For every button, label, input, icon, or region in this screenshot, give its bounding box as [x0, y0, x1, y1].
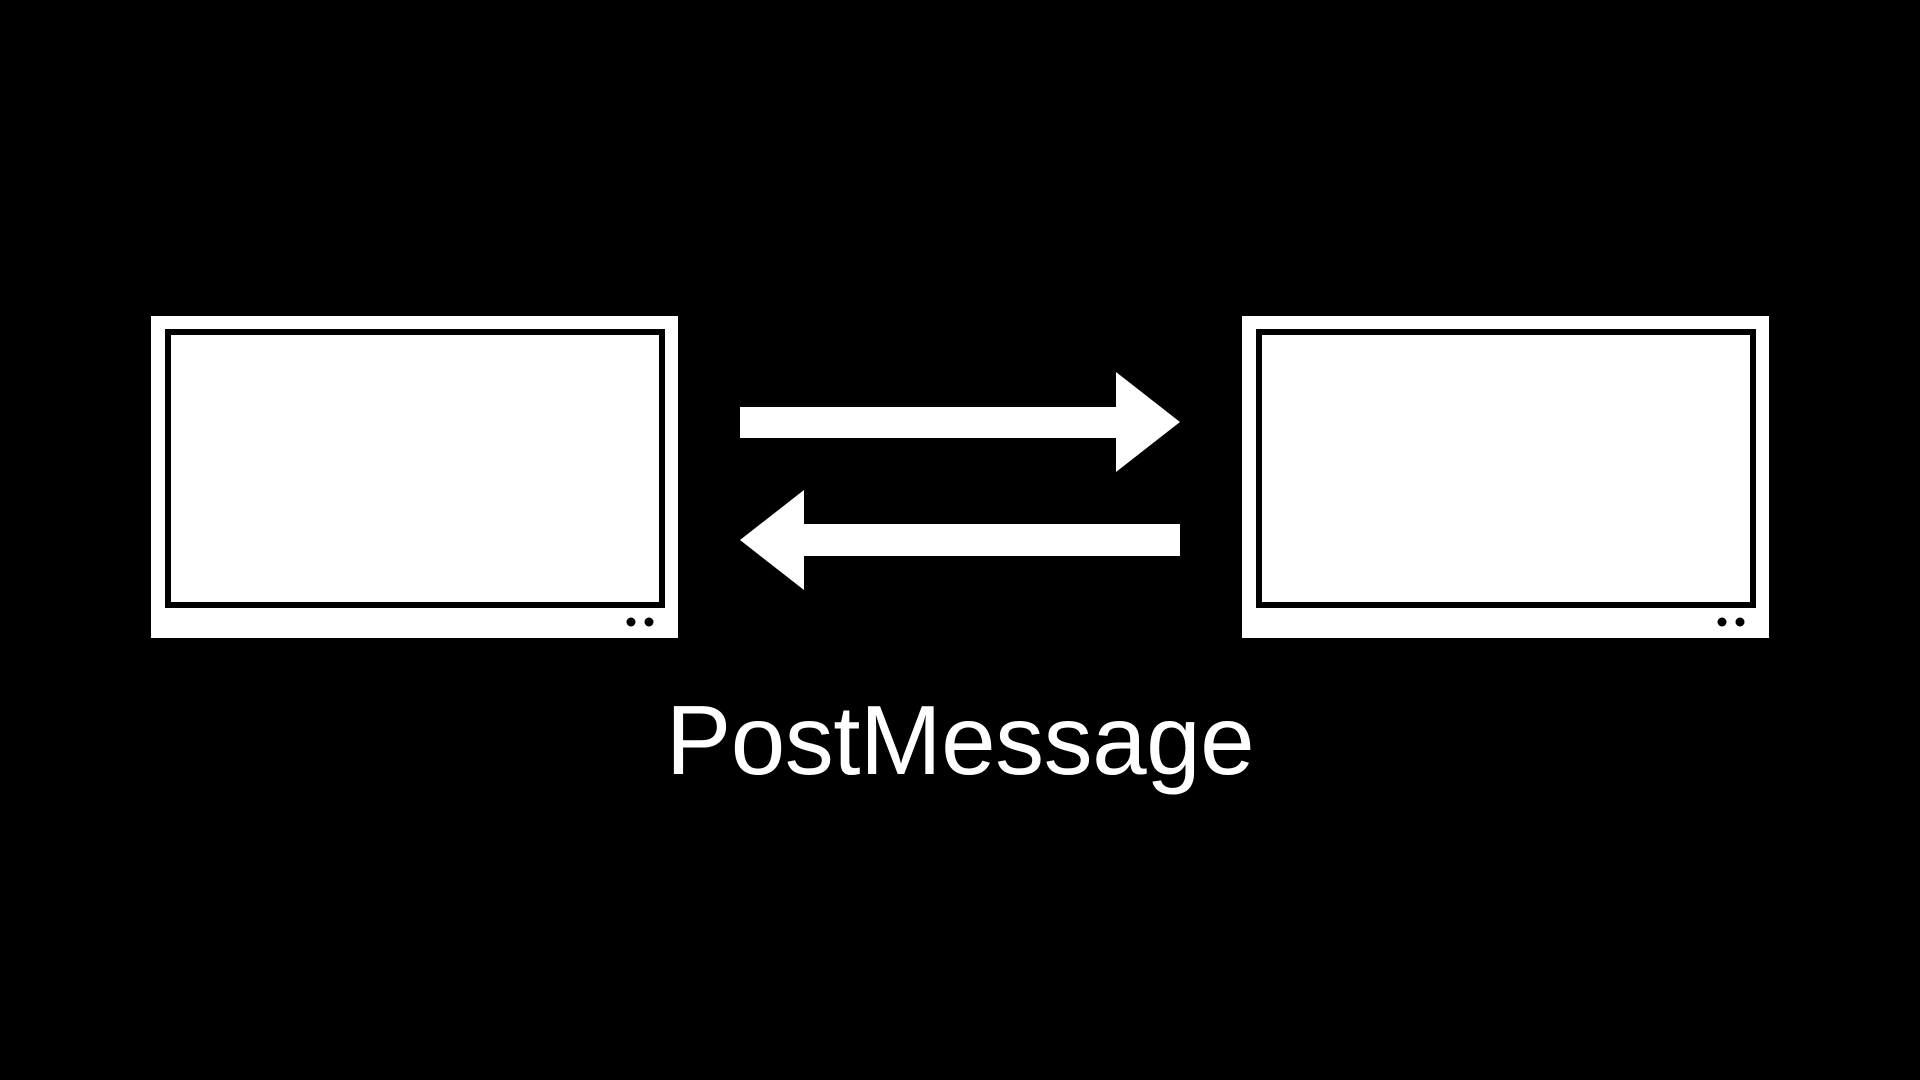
arrow-right-icon	[740, 372, 1180, 472]
slide: PostMessage	[0, 0, 1920, 1080]
arrow-left-icon	[740, 490, 1180, 590]
right-window-icon	[1242, 316, 1769, 638]
postmessage-diagram	[151, 316, 1769, 638]
diagram-caption: PostMessage	[665, 685, 1255, 795]
left-window-icon	[151, 316, 678, 638]
